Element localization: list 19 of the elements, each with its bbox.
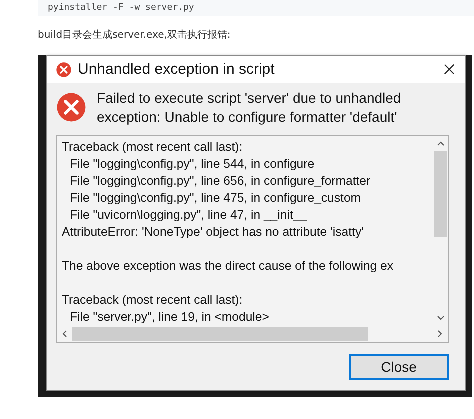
- traceback-line: Traceback (most recent call last):: [62, 139, 244, 156]
- window-title: Unhandled exception in script: [78, 61, 276, 78]
- traceback-line: Traceback (most recent call last):: [62, 292, 244, 309]
- traceback-line: File "logging\config.py", line 656, in configure_formatter: [69, 173, 372, 190]
- close-icon[interactable]: [444, 64, 455, 75]
- traceback-line: File "logging\config.py", line 544, in configure: [69, 156, 316, 173]
- traceback-line: File "uvicorn\logging.py", line 47, in __init__: [69, 207, 308, 224]
- error-icon: [56, 92, 87, 123]
- traceback-line: AttributeError: 'NoneType' object has no attribute 'isatty': [62, 224, 365, 241]
- traceback-line: File "logging\config.py", line 475, in configure_custom: [69, 190, 362, 207]
- code-text: pyinstaller -F -w server.py: [48, 2, 194, 14]
- traceback-line: The above exception was the direct cause of the following ex: [62, 258, 395, 275]
- paragraph: build目录会生成server.exe,双击执行报错:: [38, 29, 232, 43]
- traceback-line: File "server.py", line 19, in <module>: [69, 309, 270, 326]
- scrollbar-thumb[interactable]: [72, 327, 368, 341]
- scrollbar-thumb[interactable]: [434, 151, 447, 237]
- error-message: Failed to execute script 'server' due to unhandled exception: Unable to configure formatter 'default': [97, 89, 402, 127]
- close-button[interactable]: Close: [349, 354, 449, 380]
- error-icon: [56, 62, 72, 78]
